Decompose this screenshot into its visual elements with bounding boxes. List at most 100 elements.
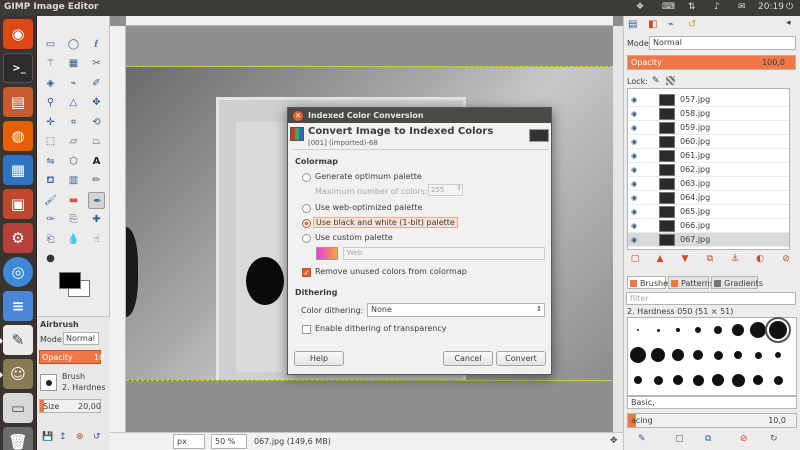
layer-row[interactable]: ◉ 059.jpg	[628, 121, 789, 135]
brush-thumbnail[interactable]	[775, 352, 781, 358]
launcher-chromium[interactable]: ◎	[3, 257, 33, 287]
edit-brush-icon[interactable]: ✎	[638, 434, 646, 444]
new-brush-icon[interactable]: ▢	[675, 434, 684, 444]
radio-web-palette[interactable]	[302, 204, 311, 213]
tool-crop[interactable]: ⌗	[65, 114, 82, 131]
save-options-icon[interactable]: 💾	[42, 432, 53, 442]
radio-optimum-palette[interactable]	[302, 173, 311, 182]
layer-opacity-slider[interactable]: Opacity 100,0	[627, 55, 796, 70]
layer-visibility-eye-icon[interactable]: ◉	[631, 194, 639, 202]
brush-thumbnail[interactable]	[656, 328, 660, 332]
checkbox-dither-transparency[interactable]	[302, 325, 311, 334]
dock-paths-tab-icon[interactable]: ⌁	[668, 19, 674, 30]
brush-grid[interactable]	[627, 317, 797, 396]
color-dithering-select[interactable]: None	[367, 303, 545, 317]
tool-paths[interactable]: ⌁	[65, 75, 82, 92]
refresh-brushes-icon[interactable]: ↻	[770, 434, 778, 444]
launcher-ubuntu-dash[interactable]: ◉	[3, 19, 33, 49]
custom-palette-select[interactable]: Web	[343, 247, 545, 260]
tool-dodge-burn[interactable]: ●	[42, 250, 59, 267]
network-icon[interactable]: ⇅	[688, 2, 696, 12]
dialog-titlebar[interactable]: Indexed Color Conversion	[288, 108, 551, 123]
vertical-scrollbar[interactable]	[613, 26, 623, 432]
dock-layers-tab-icon[interactable]: ▤	[628, 19, 637, 30]
launcher-trash[interactable]: 🗑	[3, 427, 33, 450]
restore-options-icon[interactable]: ↥	[59, 432, 67, 442]
foreground-color-front[interactable]	[59, 272, 81, 289]
layer-row[interactable]: ◉ 062.jpg	[628, 163, 789, 177]
layers-list[interactable]: ◉ 057.jpg ◉ 058.jpg ◉ 059.jpg ◉ 060.jpg ◉ 061.jpg…	[627, 88, 790, 250]
tool-perspective-clone[interactable]: ⎗	[42, 231, 59, 248]
max-colors-spinner-icon[interactable]: ⇕	[456, 184, 462, 192]
tool-foreground-select[interactable]: ◈	[42, 75, 59, 92]
tool-size-slider[interactable]: Size 20,00	[39, 399, 101, 413]
brush-thumbnail[interactable]	[731, 373, 745, 387]
tool-pencil[interactable]: ✏	[88, 172, 105, 189]
horizontal-ruler[interactable]	[126, 16, 613, 26]
layer-visibility-eye-icon[interactable]: ◉	[631, 166, 639, 174]
radio-bw-palette[interactable]	[302, 219, 311, 228]
tool-opacity-slider[interactable]: Opacity 10	[39, 350, 104, 364]
tool-smudge[interactable]: ☝	[88, 231, 105, 248]
delete-options-icon[interactable]: ⊗	[76, 432, 84, 442]
tool-cage[interactable]: ⬡	[65, 153, 82, 170]
layer-visibility-eye-icon[interactable]: ◉	[631, 236, 639, 244]
keyboard-icon[interactable]: ⌨	[662, 2, 675, 12]
tool-perspective[interactable]: ⏢	[88, 133, 105, 150]
layer-visibility-eye-icon[interactable]: ◉	[631, 124, 639, 132]
tab-brushes[interactable]: Brushes	[627, 276, 672, 289]
layer-row[interactable]: ◉ 066.jpg	[628, 219, 789, 233]
brush-thumbnail[interactable]	[634, 376, 642, 384]
brush-tag-input[interactable]: Basic,	[627, 396, 797, 409]
tool-ellipse-select[interactable]: ◯	[65, 36, 82, 53]
tool-align[interactable]: ✛	[42, 114, 59, 131]
power-icon[interactable]: ⏻	[786, 2, 793, 12]
brush-thumbnail[interactable]	[695, 327, 701, 333]
layer-visibility-eye-icon[interactable]: ◉	[631, 138, 639, 146]
tool-brush-preview[interactable]	[40, 374, 57, 391]
brush-thumbnail[interactable]	[765, 317, 791, 343]
layer-visibility-eye-icon[interactable]: ◉	[631, 110, 639, 118]
brush-thumbnail[interactable]	[734, 351, 742, 359]
dock-menu-icon[interactable]: ◂	[786, 18, 791, 28]
brush-thumbnail[interactable]	[732, 324, 744, 336]
tool-select-by-color[interactable]: ▦	[65, 55, 82, 72]
tool-paintbrush[interactable]: 🖌	[42, 192, 59, 209]
tool-shear[interactable]: ▱	[65, 133, 82, 150]
brush-thumbnail[interactable]	[713, 350, 723, 360]
brush-thumbnail[interactable]	[651, 348, 665, 362]
tool-text[interactable]: A	[88, 153, 105, 170]
dropbox-icon[interactable]: ❖	[636, 2, 644, 12]
convert-button[interactable]: Convert	[496, 351, 546, 366]
layer-row[interactable]: ◉ 067.jpg	[628, 233, 789, 247]
tab-gradients[interactable]: Gradients	[711, 276, 763, 289]
lower-layer-icon[interactable]: ▼	[680, 254, 690, 264]
tool-blur[interactable]: 💧	[65, 231, 82, 248]
layer-row[interactable]: ◉ 065.jpg	[628, 205, 789, 219]
label-optimum-palette[interactable]: Generate optimum palette	[315, 172, 422, 181]
new-layer-icon[interactable]: ▢	[630, 254, 640, 264]
tool-zoom[interactable]: ⚲	[42, 94, 59, 111]
layer-row[interactable]: ◉ 063.jpg	[628, 177, 789, 191]
duplicate-brush-icon[interactable]: ⧉	[705, 434, 711, 444]
layer-row[interactable]: ◉ 061.jpg	[628, 149, 789, 163]
zoom-select[interactable]: 50 %	[211, 434, 247, 449]
layer-mode-select[interactable]: Normal	[649, 36, 796, 50]
tool-airbrush[interactable]: ✒	[88, 192, 105, 209]
brush-thumbnail[interactable]	[712, 374, 724, 386]
checkbox-remove-unused[interactable]: ✓	[302, 268, 311, 277]
custom-palette-swatch[interactable]	[316, 247, 338, 260]
brush-thumbnail[interactable]	[676, 328, 680, 332]
launcher-impress[interactable]: ▣	[3, 189, 33, 219]
delete-brush-icon[interactable]: ⊘	[740, 434, 748, 444]
tool-ink[interactable]: ✑	[42, 211, 59, 228]
tool-measure[interactable]: △	[65, 94, 82, 111]
launcher-gimp[interactable]: ☺	[0, 359, 33, 389]
lock-alpha-icon[interactable]	[666, 76, 675, 85]
vertical-ruler[interactable]	[110, 26, 126, 432]
tool-scale[interactable]: ⬚	[42, 133, 59, 150]
clock[interactable]: 20:19	[758, 2, 784, 12]
help-button[interactable]: Help	[294, 351, 344, 366]
radio-custom-palette[interactable]	[302, 234, 311, 243]
tool-scissors[interactable]: ✂	[88, 55, 105, 72]
